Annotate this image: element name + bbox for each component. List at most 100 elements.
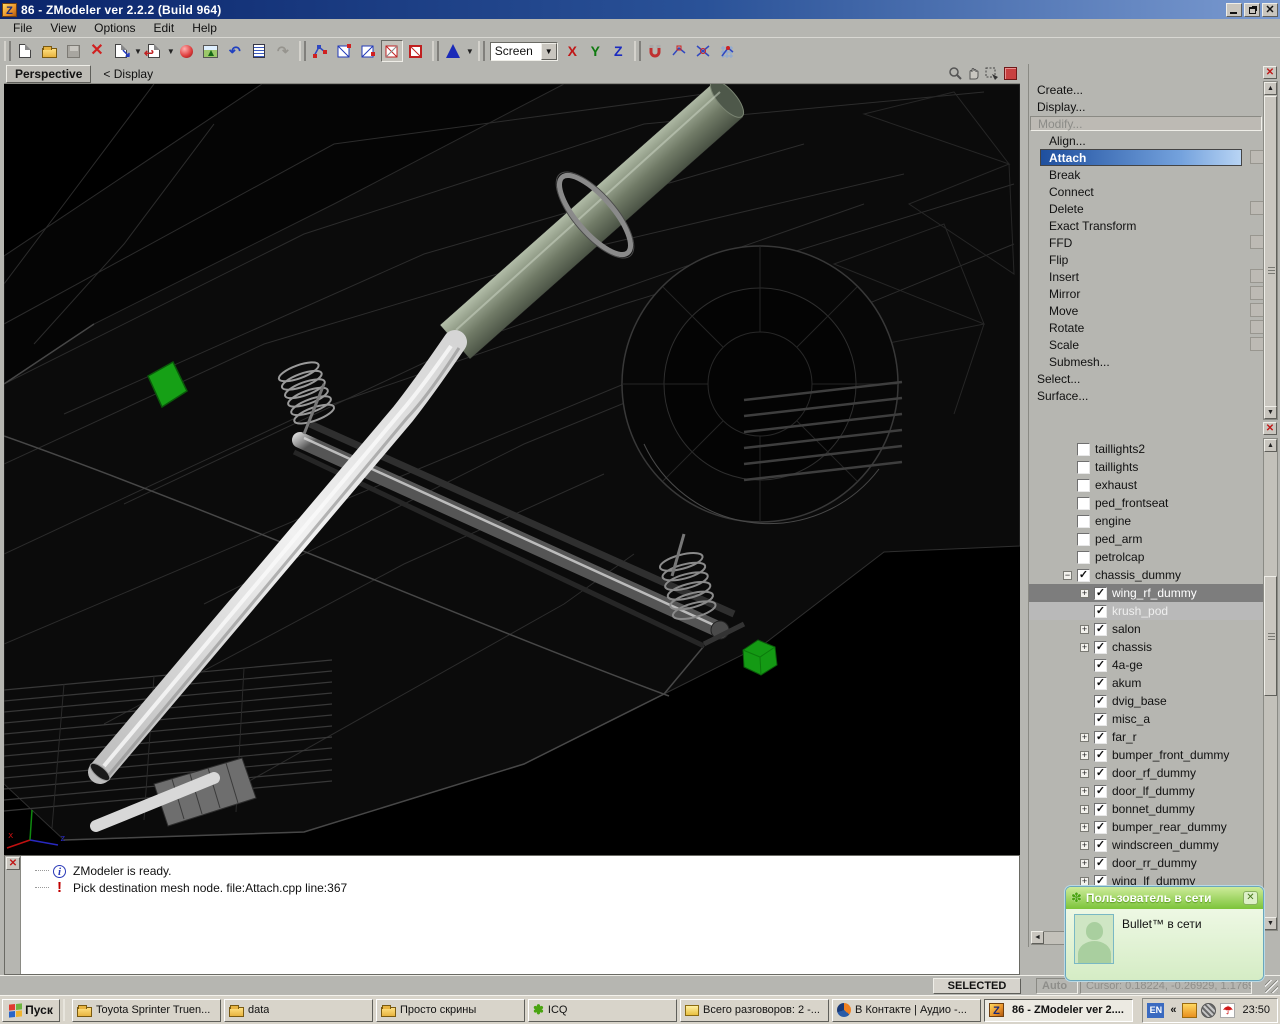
edges-mode-button[interactable] [333, 40, 355, 62]
visibility-checkbox[interactable]: ✓ [1094, 749, 1107, 762]
texture-browser-button[interactable] [200, 40, 222, 62]
command-mirror[interactable]: Mirror [1029, 285, 1265, 302]
export-dropdown[interactable]: ▼ [167, 47, 175, 56]
log-panel-close-icon[interactable]: ✕ [6, 857, 20, 870]
snap-edge-button[interactable] [692, 40, 714, 62]
language-indicator[interactable]: EN [1147, 1003, 1164, 1018]
tree-item-wing_rf_dummy[interactable]: +✓wing_rf_dummy [1029, 584, 1265, 602]
tree-item-ped_frontseat[interactable]: ped_frontseat [1029, 494, 1265, 512]
expand-icon[interactable]: + [1080, 625, 1089, 634]
visibility-checkbox[interactable]: ✓ [1094, 821, 1107, 834]
command-modify[interactable]: Modify... [1029, 115, 1265, 132]
tree-scrollbar[interactable]: ▲ ▼ [1263, 438, 1278, 931]
popup-body[interactable]: Bullet™ в сети [1066, 909, 1263, 981]
visibility-checkbox[interactable]: ✓ [1077, 569, 1090, 582]
redo-button[interactable]: ↷ [272, 40, 294, 62]
visibility-checkbox[interactable]: ✓ [1094, 731, 1107, 744]
command-delete[interactable]: Delete [1029, 200, 1265, 217]
new-file-button[interactable] [14, 40, 36, 62]
pan-tool-button[interactable] [965, 66, 982, 82]
tree-item-door_rr_dummy[interactable]: +✓door_rr_dummy [1029, 854, 1265, 872]
command-create[interactable]: Create... [1029, 81, 1265, 98]
visibility-checkbox[interactable]: ✓ [1094, 767, 1107, 780]
vertices-mode-button[interactable] [309, 40, 331, 62]
command-checkbox[interactable] [1250, 201, 1264, 215]
scroll-thumb[interactable] [1264, 96, 1277, 407]
command-rotate[interactable]: Rotate [1029, 319, 1265, 336]
command-submesh[interactable]: Submesh... [1029, 353, 1265, 370]
delete-button[interactable]: ✕ [86, 40, 108, 62]
tray-switcher-icon[interactable] [1201, 1003, 1216, 1018]
task-button[interactable]: В Контакте | Аудио -... [832, 999, 981, 1022]
objects-mode-button[interactable] [405, 40, 427, 62]
zoom-tool-button[interactable] [947, 66, 964, 82]
view-space-combo[interactable]: Screen ▼ [490, 42, 558, 61]
tree-item-chassis[interactable]: +✓chassis [1029, 638, 1265, 656]
visibility-checkbox[interactable] [1077, 497, 1090, 510]
expand-icon[interactable]: + [1080, 751, 1089, 760]
toolbar-grip[interactable] [478, 41, 485, 61]
faces-mode-button[interactable] [357, 40, 379, 62]
expand-icon[interactable]: + [1080, 823, 1089, 832]
menu-edit[interactable]: Edit [145, 20, 184, 36]
task-button[interactable]: ✽ICQ [528, 999, 677, 1022]
toolbar-grip[interactable] [432, 41, 439, 61]
visibility-checkbox[interactable] [1077, 479, 1090, 492]
toolbar-grip[interactable] [634, 41, 641, 61]
tree-item-bumper_rear_dummy[interactable]: +✓bumper_rear_dummy [1029, 818, 1265, 836]
command-panel-scrollbar[interactable]: ▲ ▼ [1263, 81, 1278, 420]
popup-close-icon[interactable]: ✕ [1243, 891, 1258, 905]
visibility-checkbox[interactable]: ✓ [1094, 659, 1107, 672]
tree-item-bumper_front_dummy[interactable]: +✓bumper_front_dummy [1029, 746, 1265, 764]
command-ffd[interactable]: FFD [1029, 234, 1265, 251]
cone-dropdown[interactable]: ▼ [466, 47, 474, 56]
command-align[interactable]: Align... [1029, 132, 1265, 149]
visibility-checkbox[interactable]: ✓ [1094, 587, 1107, 600]
task-button[interactable]: data [224, 999, 373, 1022]
command-panel-close-icon[interactable]: ✕ [1263, 66, 1277, 79]
axis-x-button[interactable]: X [562, 41, 583, 62]
collapse-icon[interactable]: − [1063, 571, 1072, 580]
tree-item-exhaust[interactable]: exhaust [1029, 476, 1265, 494]
toolbar-grip[interactable] [4, 41, 11, 61]
undo-button[interactable]: ↶ [224, 40, 246, 62]
menu-file[interactable]: File [4, 20, 41, 36]
visibility-checkbox[interactable] [1077, 551, 1090, 564]
task-button[interactable]: Просто скрины [376, 999, 525, 1022]
visibility-checkbox[interactable]: ✓ [1094, 623, 1107, 636]
material-editor-button[interactable] [176, 40, 198, 62]
minimize-button[interactable] [1226, 3, 1242, 17]
tree-item-4a-ge[interactable]: ✓4a-ge [1029, 656, 1265, 674]
visibility-checkbox[interactable] [1077, 461, 1090, 474]
task-button[interactable]: Z86 - ZModeler ver 2.... [984, 999, 1133, 1022]
command-checkbox[interactable] [1250, 337, 1264, 351]
command-select[interactable]: Select... [1029, 370, 1265, 387]
visibility-checkbox[interactable] [1077, 515, 1090, 528]
magnet-snap-button[interactable] [644, 40, 666, 62]
scroll-up-icon[interactable]: ▲ [1264, 439, 1277, 452]
expand-icon[interactable]: + [1080, 841, 1089, 850]
toolbar-grip[interactable] [299, 41, 306, 61]
command-exact-transform[interactable]: Exact Transform [1029, 217, 1265, 234]
visibility-checkbox[interactable]: ✓ [1094, 713, 1107, 726]
start-button[interactable]: Пуск [2, 999, 60, 1022]
region-select-button[interactable] [983, 66, 1000, 82]
visibility-checkbox[interactable]: ✓ [1094, 641, 1107, 654]
tree-item-ped_arm[interactable]: ped_arm [1029, 530, 1265, 548]
scroll-up-icon[interactable]: ▲ [1264, 82, 1277, 95]
tree-item-dvig_base[interactable]: ✓dvig_base [1029, 692, 1265, 710]
viewport-3d[interactable]: x z [4, 84, 1020, 855]
visibility-checkbox[interactable]: ✓ [1094, 695, 1107, 708]
restore-button[interactable] [1244, 3, 1260, 17]
tree-item-bonnet_dummy[interactable]: +✓bonnet_dummy [1029, 800, 1265, 818]
scroll-left-icon[interactable]: ◄ [1031, 931, 1044, 944]
polygons-mode-button[interactable] [381, 40, 403, 62]
command-connect[interactable]: Connect [1029, 183, 1265, 200]
resize-grip[interactable] [1265, 980, 1278, 993]
visibility-checkbox[interactable]: ✓ [1094, 785, 1107, 798]
command-move[interactable]: Move [1029, 302, 1265, 319]
command-display[interactable]: Display... [1029, 98, 1265, 115]
viewport-maximize-button[interactable] [1004, 67, 1017, 80]
task-button[interactable]: Toyota Sprinter Truen... [72, 999, 221, 1022]
tray-download-icon[interactable] [1182, 1003, 1197, 1018]
